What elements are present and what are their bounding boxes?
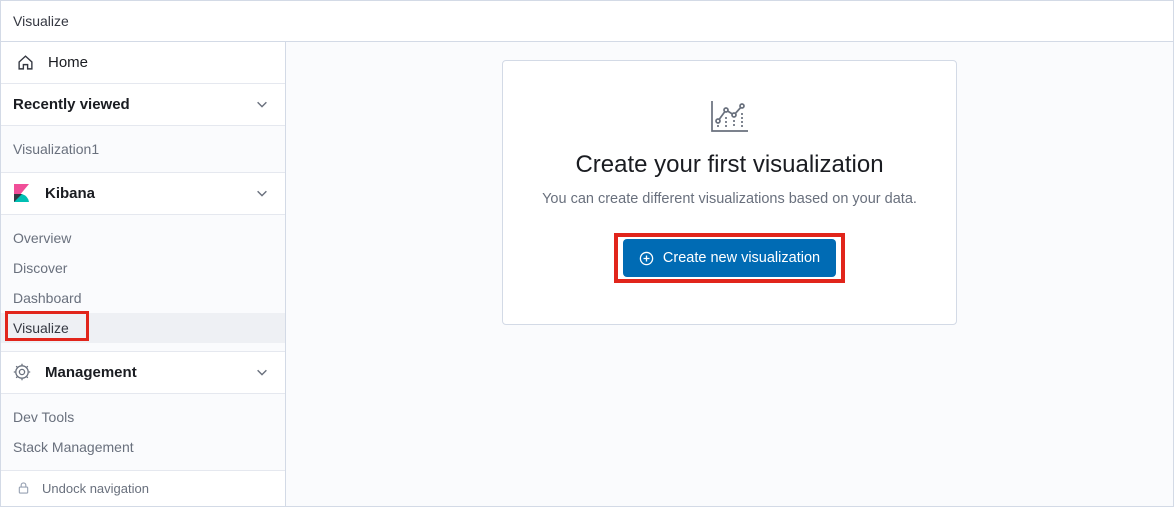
home-label: Home bbox=[48, 54, 88, 71]
main-content: Create your first visualization You can … bbox=[286, 42, 1173, 506]
kibana-list: Overview Discover Dashboard Visualize bbox=[1, 215, 285, 352]
sidebar-item-overview[interactable]: Overview bbox=[1, 223, 285, 253]
recently-viewed-title: Recently viewed bbox=[13, 96, 130, 113]
create-button-label: Create new visualization bbox=[663, 250, 820, 266]
sidebar-item-visualize[interactable]: Visualize bbox=[1, 313, 285, 343]
lock-icon bbox=[17, 481, 30, 495]
breadcrumb: Visualize bbox=[1, 1, 1173, 42]
recently-viewed-list: Visualization1 bbox=[1, 126, 285, 173]
undock-label: Undock navigation bbox=[42, 481, 149, 496]
card-title: Create your first visualization bbox=[575, 151, 883, 179]
breadcrumb-text: Visualize bbox=[13, 13, 69, 29]
visualization-icon bbox=[708, 97, 752, 135]
plus-circle-icon bbox=[639, 251, 654, 266]
undock-navigation[interactable]: Undock navigation bbox=[1, 470, 285, 506]
sidebar-item-discover[interactable]: Discover bbox=[1, 253, 285, 283]
kibana-logo-icon bbox=[13, 183, 31, 203]
chevron-down-icon bbox=[255, 186, 269, 200]
home-link[interactable]: Home bbox=[1, 42, 285, 84]
management-list: Dev Tools Stack Management bbox=[1, 394, 285, 470]
management-header[interactable]: Management bbox=[1, 352, 285, 394]
chevron-down-icon bbox=[255, 365, 269, 379]
empty-state-card: Create your first visualization You can … bbox=[502, 60, 957, 325]
create-visualization-button[interactable]: Create new visualization bbox=[623, 239, 836, 277]
sidebar-item-dev-tools[interactable]: Dev Tools bbox=[1, 402, 285, 432]
chevron-down-icon bbox=[255, 97, 269, 111]
gear-icon bbox=[13, 363, 31, 381]
sidebar: Home Recently viewed Visualization1 Kiba… bbox=[1, 42, 286, 506]
card-subtitle: You can create different visualizations … bbox=[542, 191, 917, 207]
management-title: Management bbox=[45, 364, 137, 381]
sidebar-item-dashboard[interactable]: Dashboard bbox=[1, 283, 285, 313]
recently-item-visualization1[interactable]: Visualization1 bbox=[1, 134, 285, 164]
sidebar-item-stack-management[interactable]: Stack Management bbox=[1, 432, 285, 462]
home-icon bbox=[17, 54, 34, 71]
kibana-header[interactable]: Kibana bbox=[1, 173, 285, 215]
recently-viewed-header[interactable]: Recently viewed bbox=[1, 84, 285, 126]
kibana-title: Kibana bbox=[45, 185, 95, 202]
